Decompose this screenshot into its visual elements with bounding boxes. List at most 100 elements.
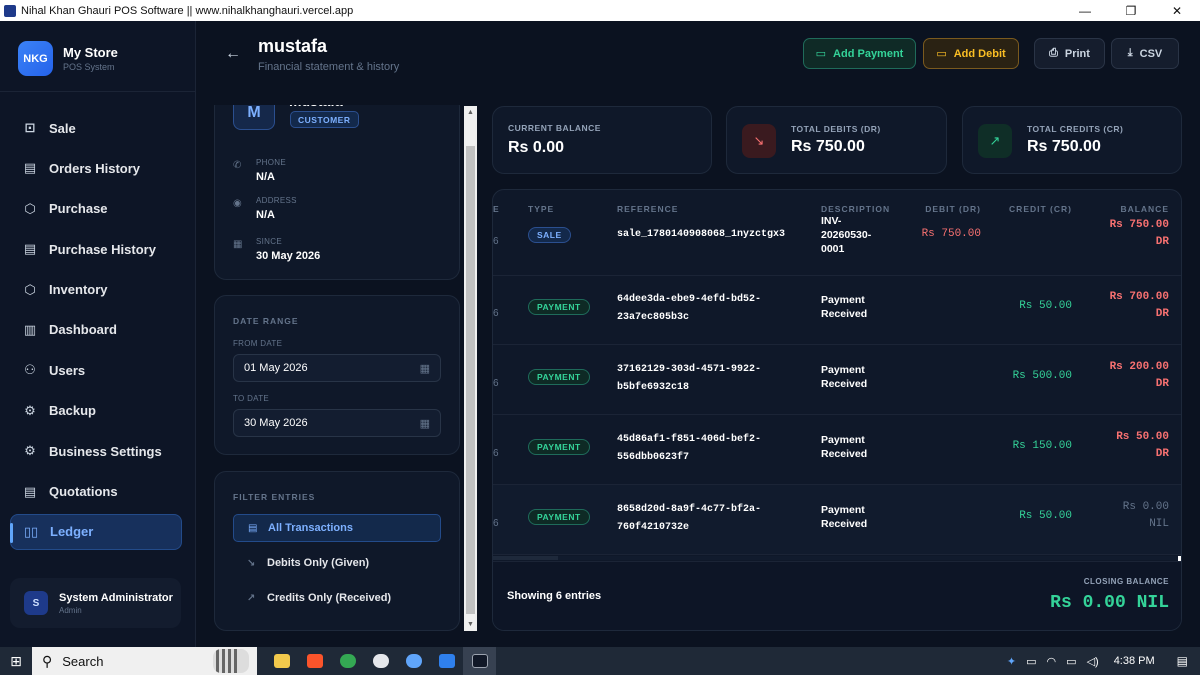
- taskbar-search[interactable]: ⚲ Search: [32, 647, 257, 675]
- type-badge: PAYMENT: [528, 369, 590, 385]
- sidebar-item-sale[interactable]: ⊡ Sale: [10, 110, 182, 146]
- address-label: ADDRESS: [256, 196, 297, 205]
- from-date-input[interactable]: 01 May 2026 ▦: [233, 354, 441, 382]
- pos-app-icon[interactable]: [463, 647, 496, 675]
- map-pin-icon: ◉: [233, 198, 242, 209]
- maximize-button[interactable]: ❐: [1108, 0, 1154, 21]
- sidebar-item-label: Ledger: [50, 524, 94, 540]
- search-icon: ⚲: [42, 652, 53, 669]
- scroll-thumb[interactable]: [466, 146, 475, 614]
- total-debits-card: ↘ TOTAL DEBITS (DR) Rs 750.00: [726, 106, 947, 174]
- cart-icon: ⊡: [24, 120, 36, 135]
- sidebar-item-purchase-history[interactable]: ▤ Purchase History: [10, 231, 182, 267]
- balance-amount: Rs 200.00: [1109, 361, 1169, 373]
- scroll-down-icon[interactable]: ▼: [464, 618, 477, 631]
- table-footer: Showing 6 entries CLOSING BALANCE Rs 0.0…: [493, 561, 1181, 630]
- sidebar-item-label: Inventory: [49, 282, 108, 298]
- to-date-value: 30 May 2026: [244, 417, 308, 429]
- table-row[interactable]: 6 PAYMENT 8658d20d-8a9f-4c77-bf2a- 760f4210…: [493, 485, 1181, 555]
- device-icon[interactable]: ▭: [1026, 655, 1036, 668]
- date-range-title: DATE RANGE: [233, 316, 299, 326]
- table-row[interactable]: 6 SALE sale_1780140908068_1nyzctgx3 INV-202…: [493, 214, 1181, 276]
- add-debit-label: Add Debit: [953, 47, 1006, 60]
- scroll-up-icon[interactable]: ▲: [464, 106, 477, 119]
- table-row[interactable]: 6 PAYMENT 37162129-303d-4571-9922- b5bfe693…: [493, 345, 1181, 415]
- notification-icon[interactable]: ▤: [1177, 654, 1188, 668]
- balance-cell: Rs 50.00 DR: [1116, 429, 1169, 463]
- calendar-icon[interactable]: ▦: [420, 362, 430, 375]
- filter-credits-only[interactable]: ↗ Credits Only (Received): [233, 584, 441, 612]
- current-balance-label: CURRENT BALANCE: [508, 123, 601, 133]
- volume-icon[interactable]: ◁): [1087, 655, 1099, 668]
- sidebar-item-label: Business Settings: [49, 443, 162, 459]
- left-panel-scrollbar[interactable]: ▲ ▼: [464, 106, 477, 631]
- sidebar-item-label: Backup: [49, 403, 96, 419]
- left-panel[interactable]: M mustafa CUSTOMER ✆ PHONE N/A ◉ ADDRESS…: [214, 105, 464, 631]
- reference-line: 64dee3da-ebe9-4efd-bd52-: [617, 294, 762, 305]
- clipboard-icon: ▤: [23, 241, 37, 257]
- reference-line: b5bfe6932c18: [617, 382, 690, 393]
- back-arrow-icon[interactable]: ←: [225, 45, 241, 63]
- sidebar-item-users[interactable]: ⚇ Users: [10, 352, 182, 388]
- sidebar-item-purchase[interactable]: ⬡ Purchase: [10, 191, 182, 227]
- ledger-table[interactable]: E TYPE REFERENCE DESCRIPTION DEBIT (DR) …: [492, 189, 1182, 631]
- total-debits-label: TOTAL DEBITS (DR): [791, 124, 881, 134]
- sidebar-item-business-settings[interactable]: ⚙ Business Settings: [10, 433, 182, 469]
- sidebar-item-inventory[interactable]: ⬡ Inventory: [10, 272, 182, 308]
- total-credits-label: TOTAL CREDITS (CR): [1027, 124, 1124, 134]
- sidebar-item-label: Purchase: [49, 201, 108, 217]
- add-debit-button[interactable]: ▭ Add Debit: [923, 38, 1019, 69]
- trending-down-icon: ↘: [247, 557, 256, 569]
- filter-all-transactions[interactable]: ▤ All Transactions: [233, 514, 441, 542]
- minimize-button[interactable]: —: [1062, 0, 1108, 21]
- windows-start-icon[interactable]: ⊞: [0, 647, 32, 675]
- file-explorer-icon[interactable]: [265, 647, 298, 675]
- copilot-icon[interactable]: ✦: [1007, 655, 1016, 668]
- csv-button[interactable]: ⤓ CSV: [1111, 38, 1179, 69]
- calendar-icon[interactable]: ▦: [420, 417, 430, 430]
- sidebar-item-orders-history[interactable]: ▤ Orders History: [10, 150, 182, 186]
- table-row[interactable]: 6 PAYMENT 64dee3da-ebe9-4efd-bd52- 23a7ec80…: [493, 275, 1181, 345]
- reference-line: 760f4210732e: [617, 522, 690, 533]
- sidebar-item-dashboard[interactable]: ▥ Dashboard: [10, 312, 182, 348]
- system-tray: ✦ ▭ ◠ ▭ ◁) 4:38 PM ▤: [1002, 647, 1200, 675]
- to-date-input[interactable]: 30 May 2026 ▦: [233, 409, 441, 437]
- sidebar: NKG My Store POS System ⊡ Sale ▤ Orders His…: [0, 21, 196, 647]
- media-player-icon[interactable]: [364, 647, 397, 675]
- description-cell: Payment Received: [821, 504, 868, 530]
- reference-cell: 37162129-303d-4571-9922- b5bfe6932c18: [617, 361, 761, 397]
- sidebar-item-backup[interactable]: ⚙ Backup: [10, 393, 182, 429]
- battery-icon[interactable]: ▭: [1066, 655, 1076, 668]
- app-icon[interactable]: [397, 647, 430, 675]
- chrome-icon[interactable]: [331, 647, 364, 675]
- close-button[interactable]: ✕: [1154, 0, 1200, 21]
- sidebar-item-quotations[interactable]: ▤ Quotations: [10, 474, 182, 510]
- table-horizontal-scrollbar[interactable]: [493, 556, 1181, 561]
- description-cell: INV-20260530-0001: [821, 215, 872, 255]
- balance-side: DR: [1155, 308, 1169, 320]
- clock[interactable]: 4:38 PM: [1114, 655, 1155, 667]
- customer-avatar: M: [233, 105, 275, 130]
- current-balance-value: Rs 0.00: [508, 139, 565, 156]
- filter-debits-only[interactable]: ↘ Debits Only (Given): [233, 549, 441, 577]
- filter-label: Debits Only (Given): [267, 557, 370, 569]
- package-icon: ⬡: [24, 200, 36, 216]
- customer-name: mustafa: [289, 105, 343, 106]
- wifi-icon[interactable]: ◠: [1047, 655, 1057, 668]
- user-card[interactable]: S System Administrator Admin: [10, 578, 181, 628]
- brave-browser-icon[interactable]: [298, 647, 331, 675]
- date-cell: 6: [493, 308, 499, 319]
- balance-side: DR: [1155, 378, 1169, 390]
- reference-cell: 8658d20d-8a9f-4c77-bf2a- 760f4210732e: [617, 501, 761, 537]
- add-payment-button[interactable]: ▭ Add Payment: [803, 38, 916, 69]
- sidebar-item-label: Quotations: [49, 484, 118, 500]
- table-row[interactable]: 6 PAYMENT 45d86af1-f851-406d-bef2- 556dbb06…: [493, 415, 1181, 485]
- scroll-thumb[interactable]: [493, 556, 558, 560]
- cash-icon: ▭: [815, 48, 827, 60]
- vscode-icon[interactable]: [430, 647, 463, 675]
- column-header-balance: BALANCE: [1120, 204, 1169, 214]
- sidebar-item-ledger[interactable]: ▯▯ Ledger: [10, 513, 182, 550]
- user-role: Admin: [59, 605, 82, 615]
- column-header-description: DESCRIPTION: [821, 204, 891, 214]
- print-button[interactable]: ⎙ Print: [1034, 38, 1105, 69]
